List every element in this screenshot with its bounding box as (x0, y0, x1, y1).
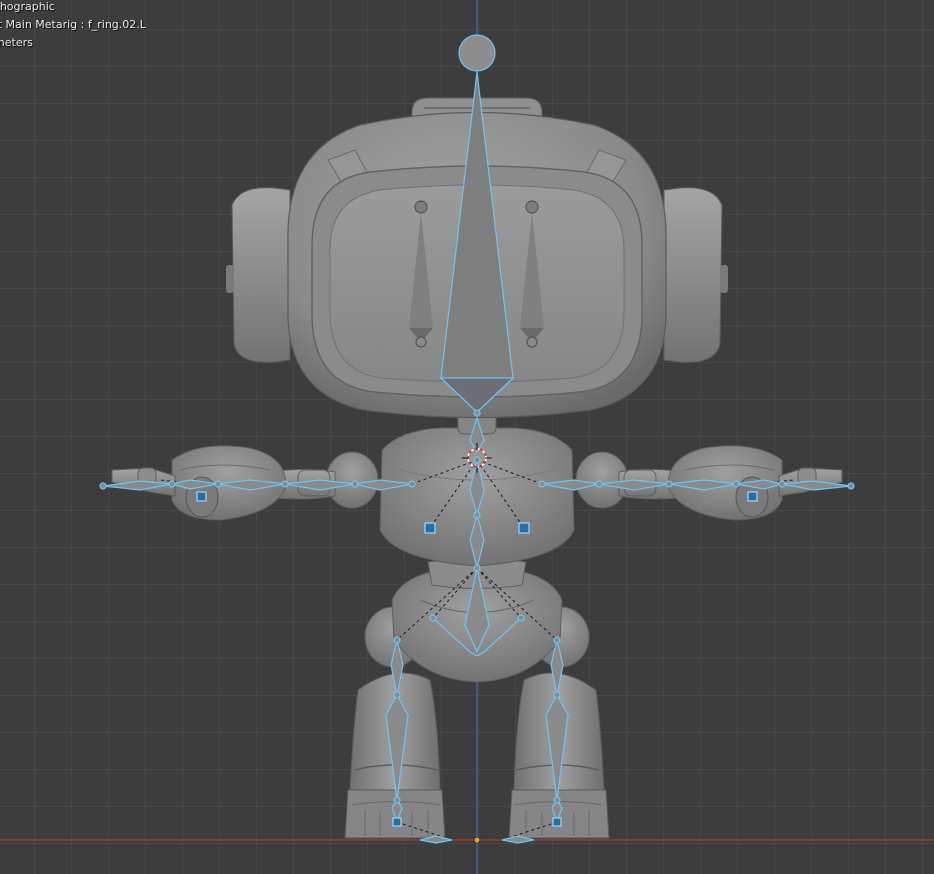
robot-scene[interactable] (0, 0, 934, 874)
view-label: rthographic (0, 0, 55, 13)
units-label: imeters (0, 36, 33, 49)
3d-viewport[interactable]: rthographic ot Main Metarig : f_ring.02.… (0, 0, 934, 874)
object-origin-icon[interactable] (473, 836, 481, 844)
object-label: ot Main Metarig : f_ring.02.L (0, 18, 146, 31)
